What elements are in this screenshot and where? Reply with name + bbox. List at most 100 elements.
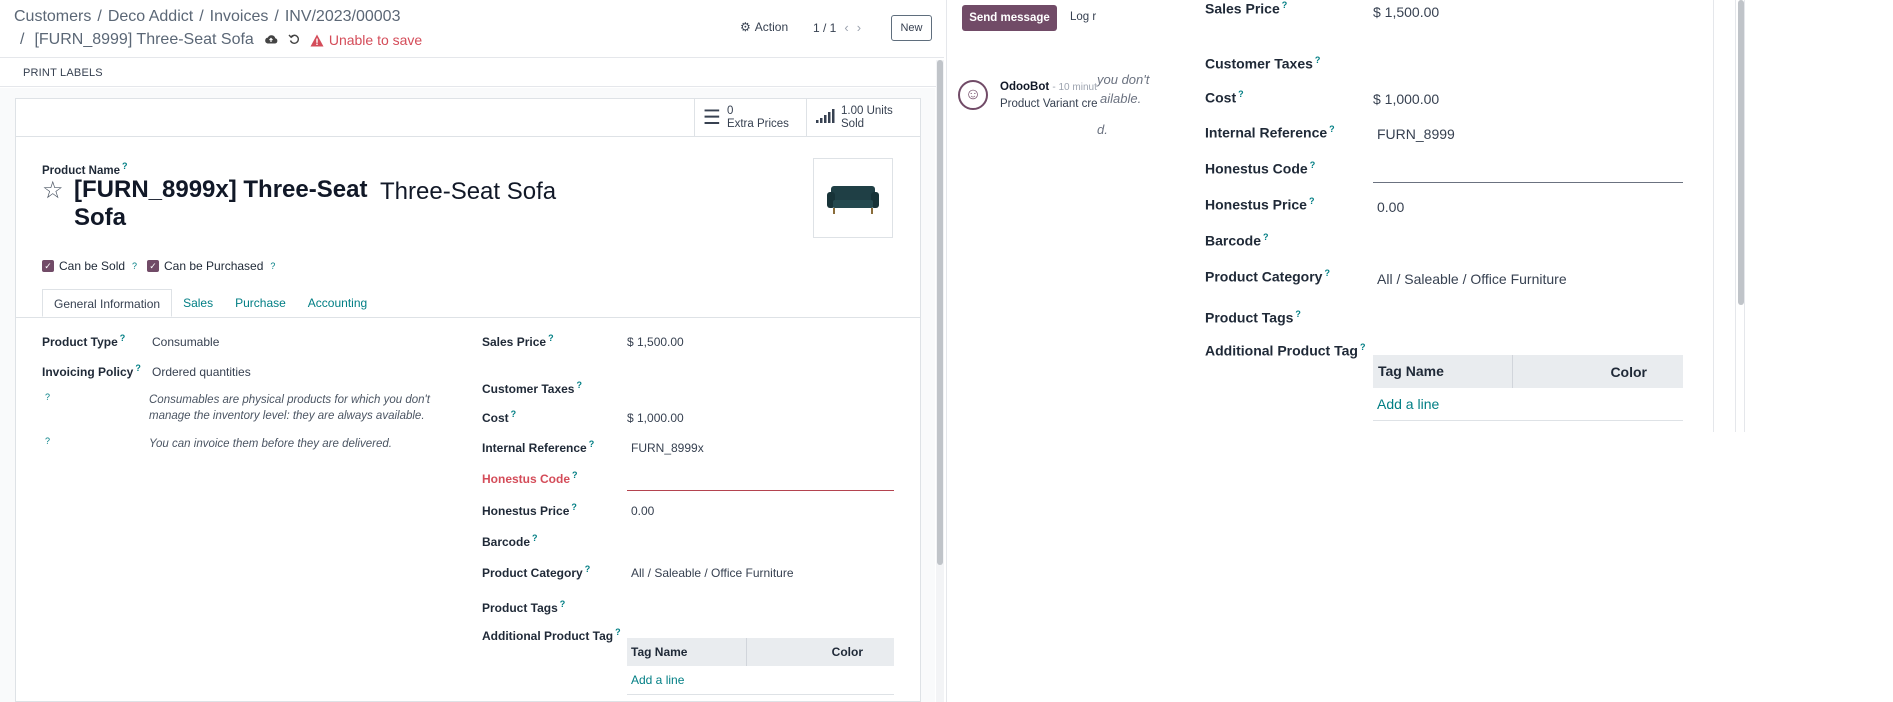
tab-sales[interactable]: Sales [172,289,224,317]
cost-input[interactable]: $ 1,000.00 [627,411,684,425]
help-icon[interactable]: ? [1282,0,1288,10]
help-icon[interactable]: ? [548,333,554,343]
product-type-select[interactable]: Consumable [152,335,219,349]
unable-to-save-warning[interactable]: Unable to save [310,32,422,48]
product-name-label: Product Name? [42,161,127,177]
help-icon[interactable]: ? [1310,160,1316,170]
help-icon[interactable]: ? [589,439,595,449]
invoicing-policy-label-text: Invoicing Policy [42,365,134,379]
print-labels-button[interactable]: PRINT LABELS [23,67,103,79]
help-icon[interactable]: ? [615,627,621,637]
zoom-internal-reference-input[interactable]: FURN_8999 [1377,126,1455,142]
zoom-additional-tag-label: Additional Product Tag? [1205,342,1365,359]
invoicing-policy-label: Invoicing Policy? [42,363,141,379]
zoom-sales-price-input[interactable]: $ 1,500.00 [1373,4,1439,20]
invoicing-policy-select[interactable]: Ordered quantities [152,365,251,379]
ghost-help-text: d. [1097,122,1108,137]
pager-value[interactable]: 1 / 1 [813,21,836,35]
help-icon[interactable]: ? [532,533,538,543]
new-button[interactable]: New [891,15,932,41]
invoicing-help: You can invoice them before they are del… [149,438,392,450]
cloud-upload-icon[interactable] [264,33,278,48]
log-note-button[interactable]: Log r [1070,11,1096,23]
zoom-cost-input[interactable]: $ 1,000.00 [1373,91,1439,107]
can-be-purchased-checkbox[interactable]: ✓ Can be Purchased? [147,259,275,273]
product-category-select[interactable]: All / Saleable / Office Furniture [631,566,794,580]
help-icon[interactable]: ? [1315,55,1321,65]
tab-purchase[interactable]: Purchase [224,289,297,317]
zoom-sheet-border [1713,0,1714,432]
chevron-left-icon[interactable]: ‹ [844,20,848,35]
internal-reference-label: Internal Reference? [482,439,594,455]
color-column[interactable]: Color [832,645,894,659]
units-sold-button[interactable]: 1.00 Units Sold [806,99,920,137]
units-sold-value: 1.00 Units [841,105,893,117]
message-author: OdooBot - 10 minut [1000,81,1097,93]
help-icon[interactable]: ? [560,599,566,609]
help-icon[interactable]: ? [120,333,126,343]
breadcrumb-customers[interactable]: Customers [14,8,91,25]
tag-name-column[interactable]: Tag Name [627,638,747,666]
form-scrollbar[interactable] [936,60,944,702]
help-icon[interactable]: ? [585,564,591,574]
help-icon[interactable]: ? [511,409,517,419]
help-icon[interactable]: ? [1329,124,1335,134]
help-icon[interactable]: ? [576,380,582,390]
zoom-product-category-select[interactable]: All / Saleable / Office Furniture [1377,271,1567,287]
breadcrumb-deco-addict[interactable]: Deco Addict [108,8,193,25]
help-icon[interactable]: ? [270,261,275,271]
zoom-honestus-code-input[interactable] [1373,160,1683,182]
help-icon[interactable]: ? [572,470,578,480]
honestus-code-input[interactable] [627,470,894,490]
help-icon[interactable]: ? [135,363,141,373]
help-icon[interactable]: ? [1309,196,1315,206]
zoom-customer-taxes-label-text: Customer Taxes [1205,55,1313,72]
product-category-label: Product Category? [482,564,590,580]
can-be-sold-checkbox[interactable]: ✓ Can be Sold? [42,259,137,273]
breadcrumb-current-row: / [FURN_8999] Three-Seat Sofa Unable to … [20,31,422,49]
tab-accounting[interactable]: Accounting [297,289,378,317]
help-icon[interactable]: ? [45,392,50,402]
zoom-cost-label: Cost? [1205,89,1244,106]
scrollbar-thumb[interactable] [1738,0,1744,305]
discard-icon[interactable] [288,33,300,48]
honestus-price-input[interactable]: 0.00 [631,504,654,518]
zoom-honestus-code-label-text: Honestus Code [1205,160,1308,177]
zoom-scrollbar[interactable] [1735,0,1745,432]
zoom-color-column[interactable]: Color [1610,364,1683,380]
sales-price-input[interactable]: $ 1,500.00 [627,335,684,349]
extra-prices-button[interactable]: ☰ 0 Extra Prices [694,99,806,137]
internal-reference-input[interactable]: FURN_8999x [631,441,704,455]
send-message-button[interactable]: Send message [962,5,1057,31]
form-statusbar: PRINT LABELS [0,57,944,87]
zoom-honestus-price-input[interactable]: 0.00 [1377,199,1404,215]
warning-icon [310,34,324,46]
help-icon[interactable]: ? [45,436,50,446]
help-icon[interactable]: ? [1324,268,1330,278]
help-icon[interactable]: ? [1263,232,1269,242]
help-icon[interactable]: ? [122,161,128,171]
zoom-product-category-label-text: Product Category [1205,268,1323,285]
action-menu-button[interactable]: ⚙ Action [740,20,788,34]
help-icon[interactable]: ? [1238,89,1244,99]
cost-label-text: Cost [482,411,509,425]
zoom-honestus-price-label-text: Honestus Price [1205,196,1307,213]
zoom-tag-name-column[interactable]: Tag Name [1373,355,1513,388]
help-icon[interactable]: ? [1295,309,1301,319]
tab-general-information[interactable]: General Information [42,289,173,317]
zoom-add-line-link[interactable]: Add a line [1377,396,1439,412]
breadcrumb-invoices[interactable]: Invoices [210,8,269,25]
warning-text: Unable to save [328,32,423,48]
favorite-star-icon[interactable]: ☆ [42,176,64,205]
chevron-right-icon[interactable]: › [857,20,861,35]
help-icon[interactable]: ? [571,502,577,512]
product-type-label: Product Type? [42,333,125,349]
help-icon[interactable]: ? [132,261,137,271]
product-name-input[interactable]: [FURN_8999x] Three-Seat Sofa [74,176,374,232]
scrollbar-thumb[interactable] [937,60,943,565]
zoom-internal-reference-label: Internal Reference? [1205,124,1335,141]
help-icon[interactable]: ? [1360,342,1366,352]
add-line-link[interactable]: Add a line [631,673,684,687]
product-image[interactable] [813,158,893,238]
breadcrumb-invoice[interactable]: INV/2023/00003 [285,8,401,25]
